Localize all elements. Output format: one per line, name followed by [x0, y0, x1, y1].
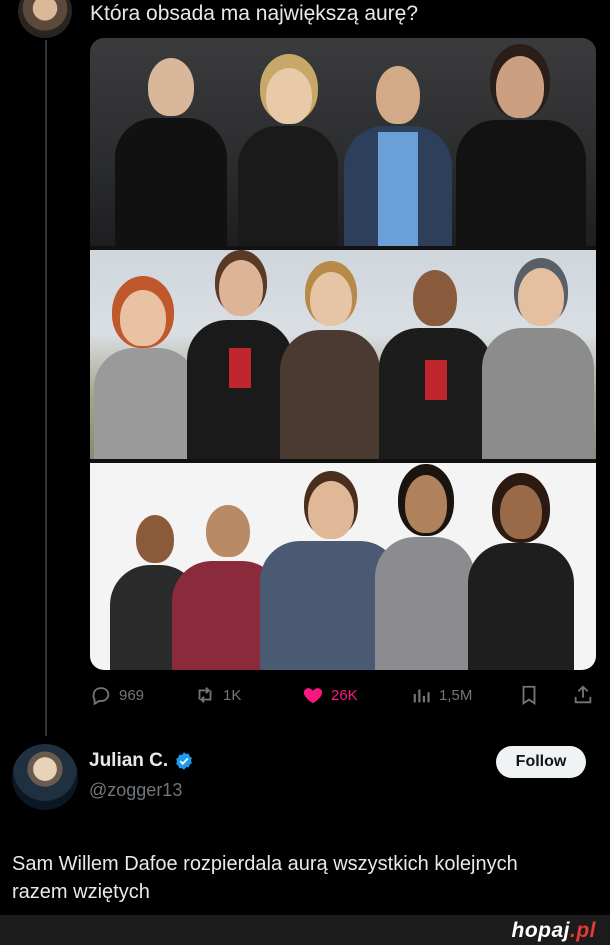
- verified-badge-icon: [176, 752, 193, 770]
- cast-photo-2: [90, 250, 596, 459]
- like-button[interactable]: 26K: [302, 682, 358, 708]
- share-icon: [574, 685, 592, 704]
- bookmark-button[interactable]: [518, 682, 540, 708]
- views-count: 1,5M: [439, 686, 473, 704]
- like-count: 26K: [331, 686, 358, 704]
- reply-icon: [92, 687, 110, 706]
- watermark-logo[interactable]: hopaj.pl: [512, 919, 597, 943]
- reply-text: Sam Willem Dafoe rozpierdala aurą wszyst…: [12, 853, 518, 903]
- cast-photo-1: [90, 38, 596, 246]
- bookmark-icon: [522, 685, 536, 705]
- post-text: Która obsada ma największą aurę?: [90, 2, 419, 25]
- watermark-tld: .pl: [570, 919, 596, 942]
- watermark-brand: hopaj: [511, 919, 570, 942]
- reply-author-name: Julian C.: [89, 750, 169, 771]
- repost-button[interactable]: 1K: [194, 682, 241, 708]
- reply-handle[interactable]: @zogger13: [89, 780, 182, 801]
- like-icon: [303, 688, 323, 704]
- share-button[interactable]: [572, 682, 594, 708]
- repost-icon: [198, 687, 212, 703]
- author-avatar[interactable]: [18, 0, 72, 38]
- views-icon: [413, 689, 430, 703]
- post-media[interactable]: [90, 38, 596, 670]
- repost-count: 1K: [223, 686, 242, 704]
- action-bar: 969 1K 26K 1,5M: [90, 682, 600, 708]
- views-button[interactable]: 1,5M: [410, 682, 472, 708]
- reply-avatar[interactable]: [12, 744, 78, 810]
- reply-count: 969: [119, 686, 145, 704]
- reply-tweet: Julian C. @zogger13 Follow Sam Willem Da…: [0, 738, 610, 918]
- cast-photo-3: [90, 463, 596, 670]
- reply-button[interactable]: 969: [90, 682, 144, 708]
- thread-line: [45, 40, 47, 736]
- reply-author[interactable]: Julian C.: [89, 750, 194, 772]
- follow-button[interactable]: Follow: [496, 746, 586, 778]
- watermark-bar: hopaj.pl: [0, 915, 610, 945]
